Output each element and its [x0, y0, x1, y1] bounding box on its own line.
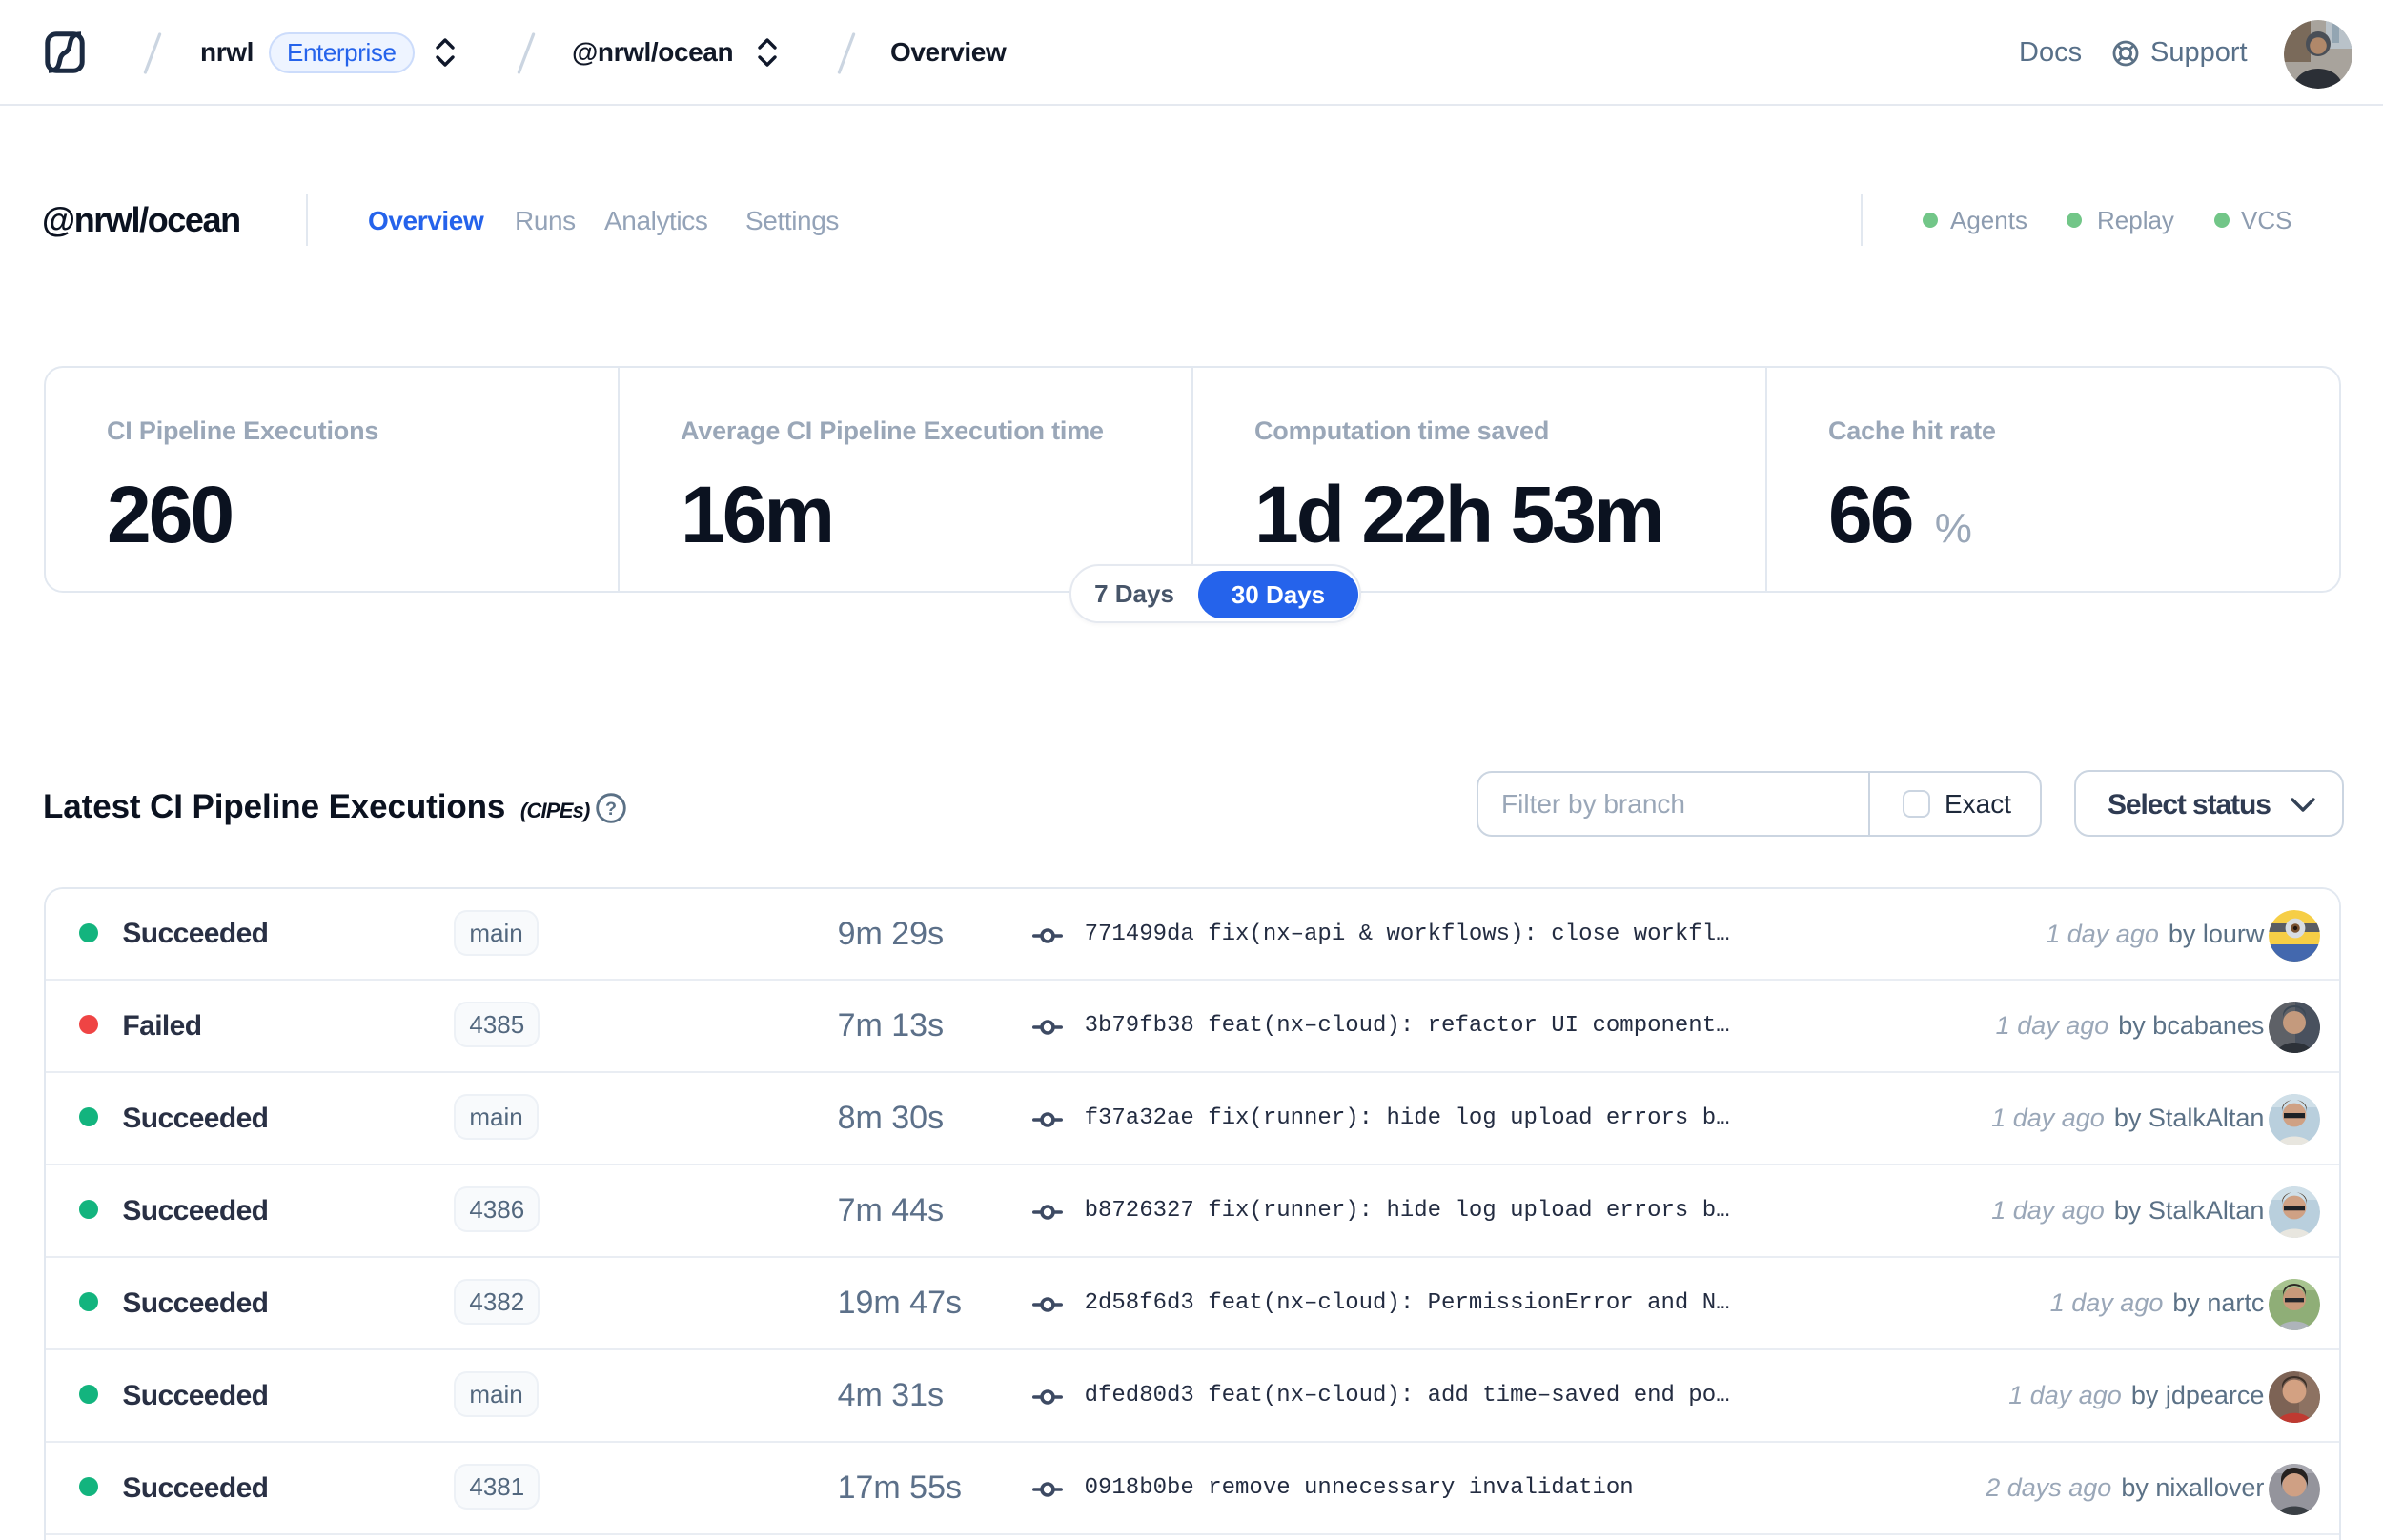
svg-text:?: ?	[605, 799, 617, 820]
